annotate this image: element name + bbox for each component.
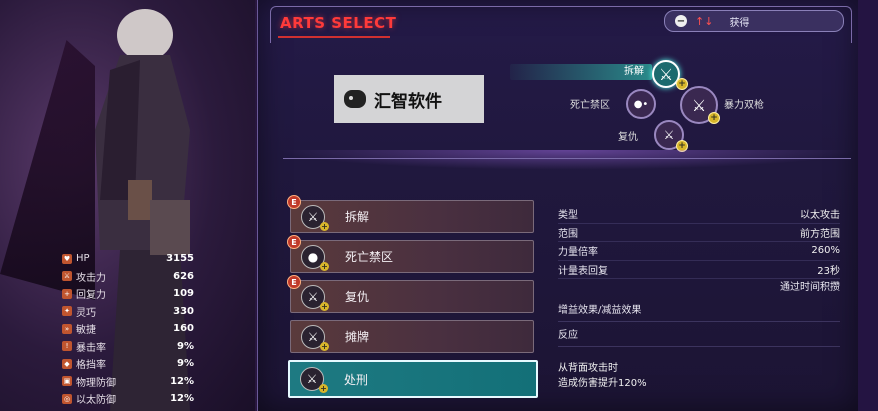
list-item-art[interactable]: E ⚔ + 复仇 [287,275,534,313]
stat-icon: ◎ [62,393,72,404]
description-line: 从背面攻击时 [558,362,618,374]
watermark-logo: 汇智软件 [334,75,484,123]
stat-icon: » [62,323,72,334]
reaction-section-label: 反应 [558,326,840,347]
badge-e-icon: E [287,275,301,289]
orbs-icon: ● + [301,244,329,271]
stat-label: 以太防御 [76,395,116,407]
stat-label: 格挡率 [76,360,106,372]
description-line: 造成伤害提升120% [558,377,647,389]
gauge-note: 通过时间积攒 [780,282,840,293]
stat-icon: ♥ [62,253,72,264]
plus-icon: + [676,78,688,90]
list-item-art-selected[interactable]: ⚔ + 处刑 [288,360,538,398]
stat-label: 回复力 [76,290,106,302]
detail-key: 类型 [558,210,578,222]
detail-key: 计量表回复 [558,265,608,277]
detail-row: 类型 以太攻击 [558,205,840,224]
badge-e-icon: E [287,235,301,249]
tree-node-label: 复仇 [618,132,638,143]
stat-value: 3155 [166,253,194,265]
stat-label: 攻击力 [76,272,106,284]
detail-key: 力量倍率 [558,247,598,259]
detail-value: 前方范围 [800,228,840,240]
art-name: 复仇 [345,290,370,304]
stat-label: 暴击率 [76,342,106,354]
stat-value: 12% [170,375,194,387]
stat-label: HP [76,253,90,265]
stat-value: 160 [173,323,194,335]
plus-icon: + [320,341,329,351]
tree-divider-glow [278,150,858,170]
list-item-art[interactable]: E ● + 死亡禁区 [287,235,534,273]
stat-value: 9% [177,340,194,352]
sort-control[interactable]: − ↑↓ 获得 [664,10,844,32]
stat-icon: ▣ [62,376,72,387]
stat-label: 物理防御 [76,377,116,389]
stat-row-crit: ! 暴击率 9% [62,338,194,356]
detail-row: 范围 前方范围 [558,224,840,242]
arts-list: E ⚔ + 拆解 E ● + 死亡禁区 E ⚔ + 复仇 ⚔ + 摊牌 ⚔ + 处刑 [287,195,538,405]
plus-icon: + [320,261,329,271]
art-name: 死亡禁区 [345,250,394,264]
sword-icon: ⚔ + [301,284,329,311]
detail-row: 力量倍率 260% [558,242,840,261]
stat-icon: ✦ [62,306,72,317]
stat-label: 敏捷 [76,325,96,337]
stat-value: 626 [173,270,194,282]
tree-divider [283,158,851,159]
detail-row: 计量表回复 23秒 [558,261,840,279]
list-item-art[interactable]: E ⚔ + 拆解 [287,195,534,233]
plus-icon: + [708,112,720,124]
art-name: 拆解 [345,210,370,224]
stat-value: 9% [177,358,194,370]
stat-value: 109 [173,288,194,300]
tree-node-label: 暴力双枪 [724,100,764,111]
art-name: 处刑 [344,372,369,387]
stat-row-ether-def: ◎ 以太防御 12% [62,390,194,408]
plus-icon: + [320,221,329,231]
art-description: 从背面攻击时 造成伤害提升120% [558,361,840,391]
badge-e-icon: E [287,195,301,209]
tree-node-label: 死亡禁区 [570,100,610,111]
stat-value: 330 [173,305,194,317]
watermark-text: 汇智软件 [374,91,442,112]
tree-node-orbs-icon[interactable]: ●• [626,89,656,119]
stat-row-heal: + 回复力 109 [62,285,194,303]
sort-arrows-icon: ↑↓ [695,14,714,28]
stat-icon: ◆ [62,358,72,369]
tree-selected-bar: 拆解 [510,64,652,80]
stat-icon: ! [62,341,72,352]
detail-value: 以太攻击 [800,210,840,222]
stat-icon: ⚔ [62,271,72,282]
sword-icon: ⚔ + [301,324,329,351]
art-details: 类型 以太攻击 范围 前方范围 力量倍率 260% 计量表回复 23秒 通过时间… [558,205,840,391]
stat-row-attack: ⚔ 攻击力 626 [62,268,194,286]
detail-value: 23秒 [817,265,840,277]
sort-label: 获得 [729,17,750,29]
sword-icon: ⚔ + [300,367,328,393]
plus-icon: + [319,384,328,393]
stat-row-hp: ♥ HP 3155 [62,250,194,268]
stat-row-dexterity: ✦ 灵巧 330 [62,303,194,321]
gamepad-icon [344,90,366,108]
plus-icon: + [320,301,329,311]
stat-value: 12% [170,393,194,405]
stat-label: 灵巧 [76,307,96,319]
art-name: 摊牌 [345,330,370,344]
character-portrait-area: ♥ HP 3155 ⚔ 攻击力 626 + 回复力 109 ✦ 灵巧 330 »… [0,0,255,411]
stat-row-phys-def: ▣ 物理防御 12% [62,373,194,391]
minus-button-icon[interactable]: − [675,15,687,27]
stat-row-agility: » 敏捷 160 [62,320,194,338]
buff-section-label: 增益效果/减益效果 [558,301,840,322]
list-item-art[interactable]: ⚔ + 摊牌 [290,320,534,353]
detail-value: 260% [811,245,840,257]
sword-icon: ⚔ + [301,204,329,231]
detail-key: 范围 [558,228,578,240]
stats-panel: ♥ HP 3155 ⚔ 攻击力 626 + 回复力 109 ✦ 灵巧 330 »… [62,250,194,408]
page-title: ARTS SELECT [280,14,397,32]
stat-icon: + [62,288,72,299]
title-underline [278,36,390,38]
stat-row-block: ◆ 格挡率 9% [62,355,194,373]
